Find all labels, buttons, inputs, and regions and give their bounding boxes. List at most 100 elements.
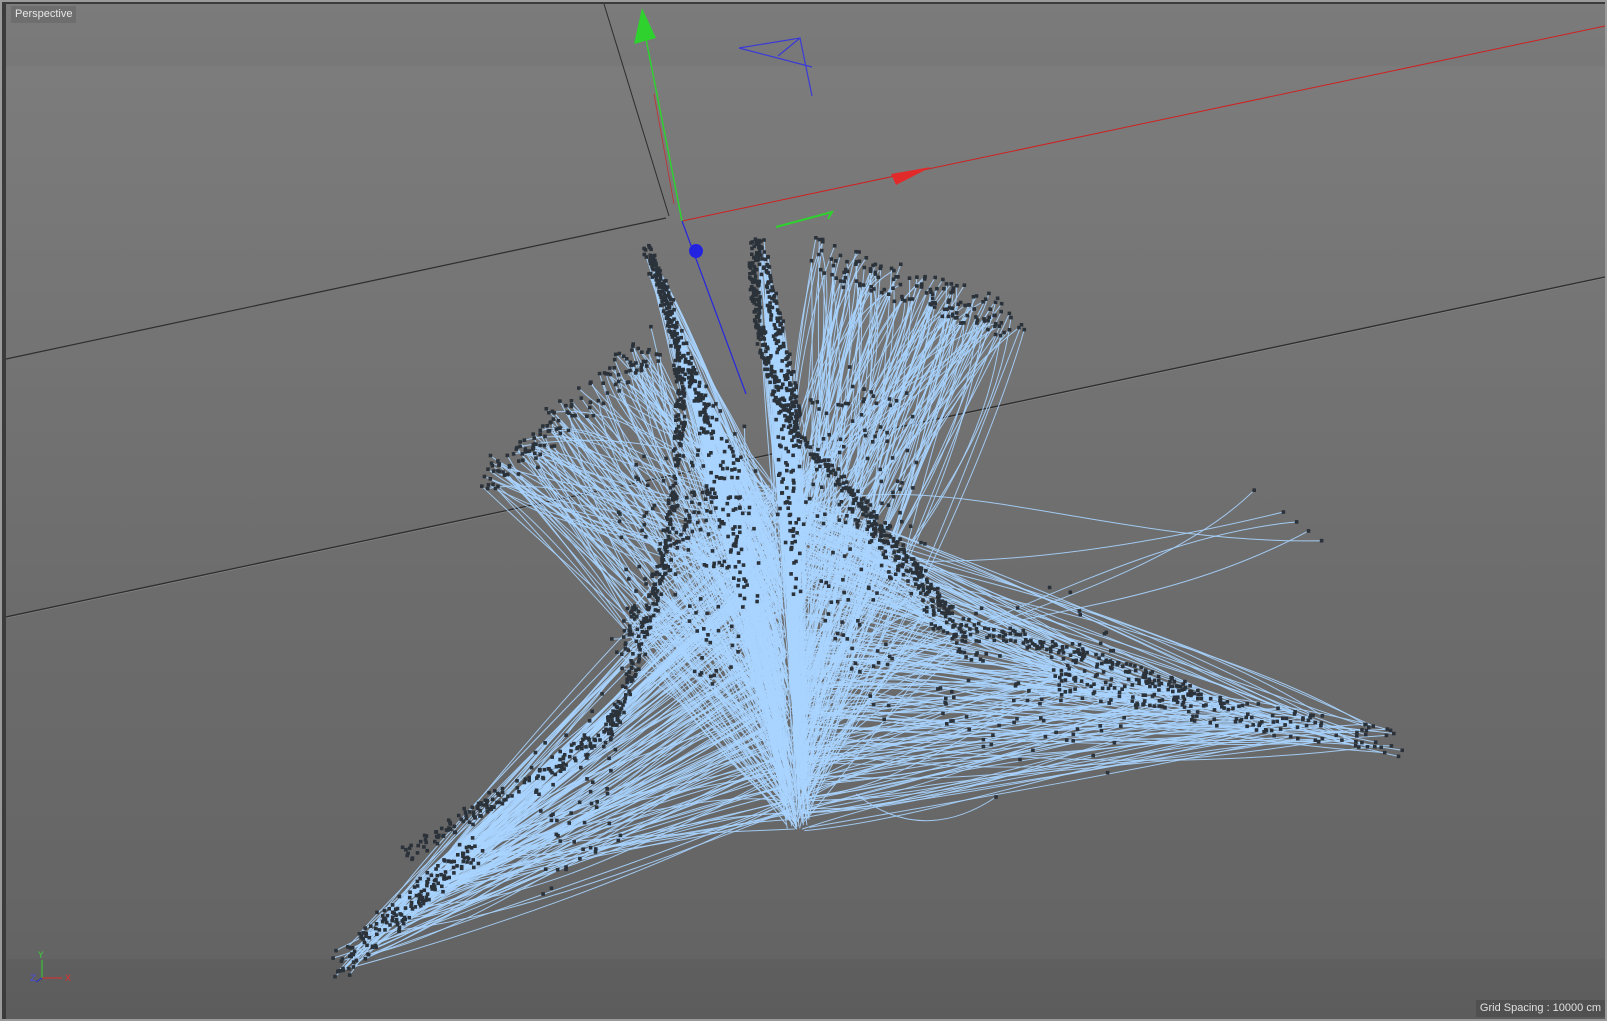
guide-point xyxy=(536,774,540,778)
guide-point xyxy=(1039,716,1043,720)
guide-point xyxy=(679,421,684,425)
guide-point xyxy=(461,859,466,864)
guide-point xyxy=(895,540,900,544)
guide-point xyxy=(1095,665,1099,669)
guide-point xyxy=(346,945,350,949)
guide-point xyxy=(914,582,918,586)
guide-point xyxy=(950,611,954,615)
guide-point xyxy=(933,275,937,280)
guide-point xyxy=(648,593,652,597)
guide-point xyxy=(776,457,781,462)
guide-point xyxy=(1334,733,1338,738)
scene-canvas[interactable] xyxy=(6,4,1605,1019)
guide-point xyxy=(639,625,644,629)
guide-point xyxy=(991,733,995,738)
guide-point xyxy=(955,283,959,288)
guide-point xyxy=(632,604,637,608)
z-axis-handle-icon[interactable] xyxy=(689,244,703,258)
guide-point xyxy=(476,861,481,866)
guide-point xyxy=(753,469,758,473)
guide-point xyxy=(792,435,796,439)
guide-point xyxy=(666,501,671,505)
guide-point xyxy=(929,598,934,602)
y-axis-line[interactable] xyxy=(645,38,683,222)
guide-point xyxy=(842,590,846,595)
guide-point xyxy=(506,472,510,477)
guide-point xyxy=(848,547,852,551)
guide-point xyxy=(885,430,889,435)
guide-point xyxy=(838,437,843,442)
guide-point xyxy=(523,777,528,781)
guide-point xyxy=(770,285,775,289)
guide-point xyxy=(364,934,368,938)
guide-point xyxy=(842,279,847,284)
guide-point xyxy=(1183,686,1188,690)
y-axis-arrow-icon[interactable] xyxy=(634,8,656,44)
guide-point xyxy=(558,839,563,843)
guide-point xyxy=(674,457,678,462)
gizmo-x-label: X xyxy=(65,974,71,984)
xy-plane-handle-icon[interactable] xyxy=(775,210,835,228)
guide-point xyxy=(789,383,793,387)
guide-point xyxy=(567,411,571,415)
guide-point xyxy=(981,744,986,749)
guide-point xyxy=(722,559,727,564)
guide-point xyxy=(614,704,619,709)
guide-point xyxy=(569,811,573,815)
guide-point xyxy=(487,790,491,795)
guide-point xyxy=(1166,687,1170,692)
guide-point xyxy=(879,531,883,535)
guide-point xyxy=(655,352,659,357)
viewport-title[interactable]: Perspective xyxy=(11,6,77,23)
guide-point xyxy=(1281,716,1285,721)
guide-point xyxy=(333,974,337,979)
guide-point xyxy=(818,464,822,469)
guide-point xyxy=(1124,662,1129,666)
guide-point xyxy=(692,399,697,403)
guide-point xyxy=(485,486,490,491)
guide-point xyxy=(887,397,892,401)
camera-object[interactable] xyxy=(738,37,813,97)
camera-icon[interactable] xyxy=(738,37,813,97)
x-axis-arrow-icon[interactable] xyxy=(891,167,931,185)
guide-point xyxy=(968,632,973,637)
guide-point xyxy=(1306,529,1311,533)
hair-splines-right-wing[interactable] xyxy=(758,237,1403,832)
guide-point xyxy=(1058,675,1062,680)
guide-point xyxy=(564,733,568,737)
guide-point xyxy=(1186,692,1190,696)
guide-point xyxy=(1137,678,1141,682)
guide-point xyxy=(1272,733,1276,738)
guide-point xyxy=(895,479,900,483)
guide-point xyxy=(1240,703,1245,708)
guide-point xyxy=(781,424,786,428)
guide-point xyxy=(968,627,972,631)
guide-point xyxy=(664,550,668,554)
guide-point xyxy=(833,471,838,475)
guide-point xyxy=(551,417,556,421)
x-axis-line[interactable] xyxy=(681,25,1605,222)
guide-point xyxy=(686,351,690,356)
guide-point xyxy=(634,463,638,467)
perspective-viewport[interactable]: Perspective Grid Spacing : 10000 cm Y Z … xyxy=(6,4,1605,1019)
guide-point xyxy=(679,397,684,401)
guide-point xyxy=(749,241,753,245)
guide-point xyxy=(675,336,680,340)
guide-point xyxy=(1355,730,1359,735)
guide-point xyxy=(480,849,485,853)
guide-point xyxy=(847,486,852,490)
guide-point xyxy=(1319,721,1324,725)
guide-point xyxy=(630,632,634,637)
guide-point xyxy=(873,528,878,533)
guide-point xyxy=(692,669,697,674)
guide-point xyxy=(887,524,892,528)
guide-point xyxy=(733,507,738,511)
guide-point xyxy=(497,793,501,797)
guide-point xyxy=(1168,679,1172,684)
guide-point xyxy=(758,247,762,252)
guide-point xyxy=(1139,665,1143,670)
guide-point xyxy=(1363,722,1367,727)
guide-point xyxy=(653,608,658,612)
guide-point xyxy=(397,926,402,930)
guide-point xyxy=(947,298,952,302)
